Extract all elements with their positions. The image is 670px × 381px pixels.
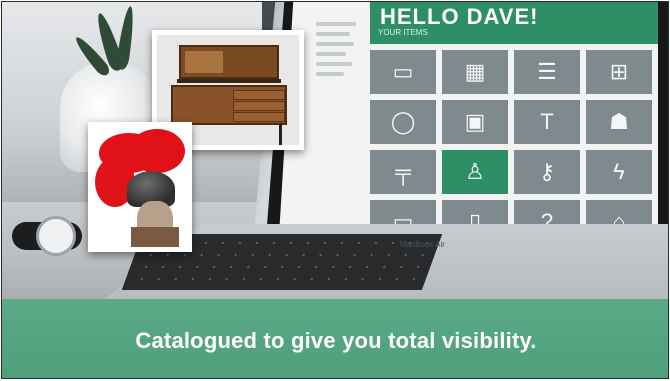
slide-frame: HELLO DAVE! YOUR ITEMS ▭ ▦ ☰ ⊞ ◯ ▣ T ☗ ╤ ♙ ⚷ ϟ ▭ ▯? ⌂ …: [1, 1, 669, 379]
laptop-screen: HELLO DAVE! YOUR ITEMS ▭ ▦ ☰ ⊞ ◯ ▣ T ☗ ╤ ♙ ⚷ ϟ ▭ ▯? ⌂: [278, 2, 658, 252]
sidebar-line: [316, 42, 354, 46]
key-icon: ⚷: [514, 150, 580, 194]
caption-band: Catalogued to give you total visibility.: [2, 299, 668, 378]
sidebar-line: [316, 52, 346, 56]
screen-sidebar: [316, 16, 366, 86]
sidebar-line: [316, 62, 352, 66]
picture-icon: ▭: [370, 50, 436, 94]
mannequin-stand: [131, 227, 179, 247]
armor-icon: ☗: [586, 100, 652, 144]
desk-chair-set-icon: ⊞: [586, 50, 652, 94]
sideboard-hutch: [179, 45, 279, 79]
wristwatch-face: [36, 216, 76, 256]
sideboard-cabinet: [171, 85, 287, 125]
sideboard-drawer: [233, 101, 285, 111]
sideboard-leg: [279, 123, 282, 145]
laptop-brand-label: MacBook Air: [400, 240, 445, 249]
lightning-icon: ϟ: [586, 150, 652, 194]
caption-text: Catalogued to give you total visibility.: [135, 327, 537, 353]
office-chair-icon: ♙: [442, 150, 508, 194]
lightbulb-icon: ◯: [370, 100, 436, 144]
sidebar-line: [316, 32, 350, 36]
screen-section-label: YOUR ITEMS: [370, 26, 658, 40]
box-icon: ▣: [442, 100, 508, 144]
helmet-photo: [88, 122, 192, 252]
sideboard-drawer: [233, 112, 285, 122]
sideboard-drawer: [233, 90, 285, 100]
cabinet-icon: ☰: [514, 50, 580, 94]
sidebar-line: [316, 72, 344, 76]
sideboard-shelf: [177, 79, 281, 83]
table-icon: ╤: [370, 150, 436, 194]
tshirt-icon: T: [514, 100, 580, 144]
building-icon: ▦: [442, 50, 508, 94]
item-category-grid: ▭ ▦ ☰ ⊞ ◯ ▣ T ☗ ╤ ♙ ⚷ ϟ ▭ ▯? ⌂: [370, 50, 656, 244]
sidebar-line: [316, 22, 356, 26]
hero-photo: HELLO DAVE! YOUR ITEMS ▭ ▦ ☰ ⊞ ◯ ▣ T ☗ ╤ ♙ ⚷ ϟ ▭ ▯? ⌂ …: [2, 2, 668, 299]
helmet-plume: [129, 129, 185, 173]
